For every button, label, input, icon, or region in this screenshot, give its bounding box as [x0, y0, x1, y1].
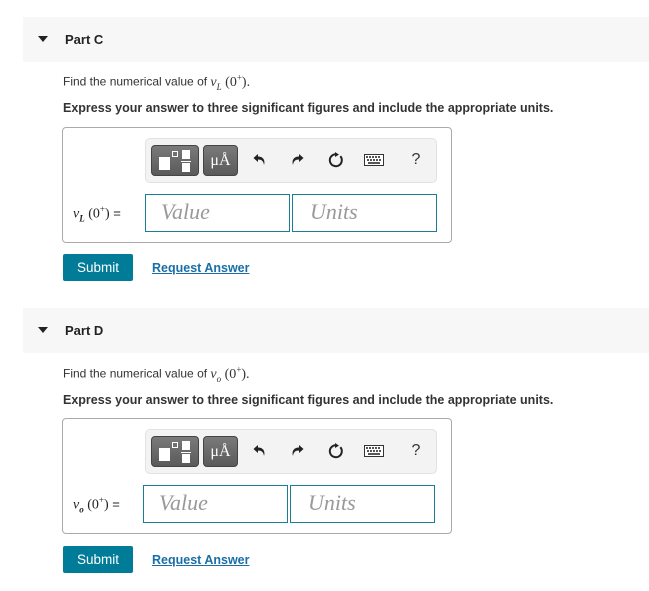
prompt-arg-close: ). [241, 366, 250, 382]
submit-button[interactable]: Submit [63, 546, 133, 573]
math-toolbar: μÅ ? [145, 429, 437, 474]
undo-button[interactable] [249, 149, 271, 171]
undo-icon [253, 445, 265, 456]
help-button[interactable]: ? [405, 149, 427, 171]
prompt-arg-open: (0 [224, 366, 237, 382]
request-answer-link[interactable]: Request Answer [152, 553, 249, 567]
equation-label: vo (0+) = [73, 495, 120, 514]
redo-icon [292, 154, 304, 165]
instruction-text: Express your answer to three significant… [63, 101, 554, 115]
part-title: Part C [65, 32, 104, 47]
collapse-chevron-icon[interactable] [38, 327, 48, 333]
equation-label: vL (0+) = [73, 204, 121, 223]
request-answer-link[interactable]: Request Answer [152, 261, 249, 275]
keyboard-button[interactable] [363, 149, 385, 171]
undo-icon [253, 154, 265, 165]
units-button[interactable]: μÅ [203, 436, 238, 467]
keyboard-icon [364, 154, 384, 166]
prompt-sub: o [216, 373, 222, 384]
answer-box: μÅ ? vo (0+) = Value Units [62, 418, 452, 534]
redo-icon [292, 445, 304, 456]
submit-button[interactable]: Submit [63, 254, 133, 281]
eq-sub: L [79, 213, 85, 224]
part-c-header[interactable]: Part C [23, 17, 649, 62]
reset-icon [328, 152, 343, 168]
units-button[interactable]: μÅ [203, 145, 238, 176]
eq-arg-open: (0 [87, 497, 99, 513]
prompt-arg-close: ). [241, 74, 251, 90]
eq-arg-open: (0 [88, 206, 100, 222]
eq-sign: = [108, 496, 120, 512]
units-input[interactable]: Units [290, 485, 435, 523]
redo-button[interactable] [286, 440, 308, 462]
prompt-text: Find the numerical value of [63, 366, 211, 381]
part-d-header[interactable]: Part D [23, 308, 649, 353]
keyboard-button[interactable] [363, 440, 385, 462]
prompt-math: vL (0+). [210, 72, 251, 92]
math-toolbar: μÅ ? [145, 138, 437, 183]
question-prompt: Find the numerical value of vo (0+). [63, 364, 250, 383]
prompt-text: Find the numerical value of [63, 74, 211, 89]
reset-button[interactable] [325, 149, 347, 171]
part-title: Part D [65, 323, 104, 338]
collapse-chevron-icon[interactable] [38, 36, 48, 42]
prompt-arg-open: (0 [225, 74, 237, 90]
answer-box: μÅ ? vL (0+) = Value Units [62, 127, 452, 243]
prompt-sub: L [216, 81, 222, 92]
value-input[interactable]: Value [145, 194, 290, 232]
keyboard-icon [364, 445, 384, 457]
templates-button[interactable] [151, 436, 199, 467]
help-button[interactable]: ? [405, 440, 427, 462]
undo-button[interactable] [249, 440, 271, 462]
instruction-text: Express your answer to three significant… [63, 393, 554, 407]
eq-sub: o [79, 504, 84, 515]
question-prompt: Find the numerical value of vL (0+). [63, 72, 250, 91]
eq-sign: = [109, 205, 121, 221]
reset-button[interactable] [325, 440, 347, 462]
prompt-math: vo (0+). [210, 364, 250, 384]
value-input[interactable]: Value [143, 485, 288, 523]
units-input[interactable]: Units [292, 194, 437, 232]
templates-button[interactable] [151, 145, 199, 176]
redo-button[interactable] [286, 149, 308, 171]
reset-icon [328, 443, 343, 459]
